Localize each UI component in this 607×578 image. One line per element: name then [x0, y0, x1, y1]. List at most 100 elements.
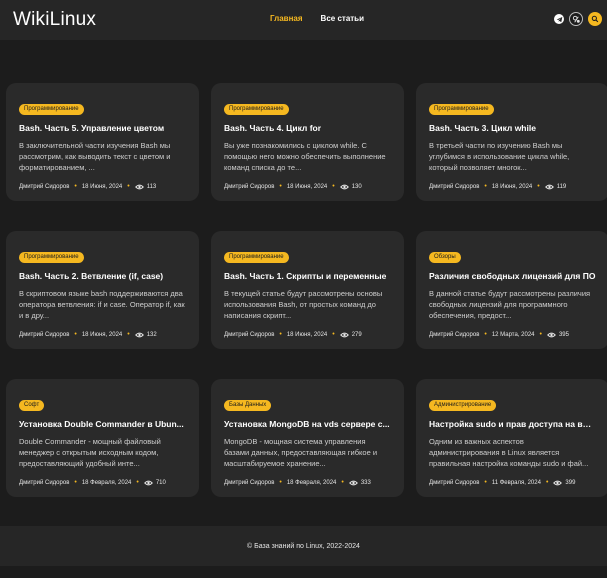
article-views: 399 — [565, 479, 576, 486]
article-date: 11 Февраля, 2024 — [491, 479, 541, 486]
article-author: Дмитрий Сидоров — [224, 331, 275, 338]
eye-icon — [134, 184, 144, 190]
separator-dot: • — [332, 183, 335, 190]
article-views: 130 — [351, 183, 362, 190]
article-title[interactable]: Установка MongoDB на vds сервере с... — [224, 419, 391, 429]
category-badge[interactable]: Программирование — [429, 104, 494, 115]
article-author: Дмитрий Сидоров — [224, 479, 275, 486]
article-meta: Дмитрий Сидоров • 12 Марта, 2024 • 395 — [429, 331, 596, 338]
article-title[interactable]: Bash. Часть 5. Управление цветом — [19, 123, 186, 133]
article-title[interactable]: Различия свободных лицензий для ПО — [429, 271, 596, 281]
eye-icon — [348, 480, 358, 486]
category-badge[interactable]: Базы Данных — [224, 400, 272, 411]
eye-icon — [553, 480, 563, 486]
article-date: 18 Июня, 2024 — [491, 183, 533, 190]
article-views: 710 — [155, 479, 166, 486]
article-date: 18 Июня, 2024 — [286, 183, 328, 190]
separator-dot: • — [484, 479, 487, 486]
theme-toggle-icon[interactable] — [569, 12, 583, 26]
separator-dot: • — [332, 331, 335, 338]
category-badge[interactable]: Программирование — [224, 104, 289, 115]
article-title[interactable]: Bash. Часть 4. Цикл for — [224, 123, 391, 133]
category-badge[interactable]: Программирование — [224, 252, 289, 263]
article-excerpt: В данной статье будут рассмотрены различ… — [429, 289, 591, 320]
article-meta: Дмитрий Сидоров • 18 Июня, 2024 • 113 — [19, 183, 186, 190]
separator-dot: • — [484, 331, 487, 338]
article-excerpt: В третьей части по изучению Bash мы углу… — [429, 141, 570, 172]
article-card[interactable]: Программирование Bash. Часть 4. Цикл for… — [211, 83, 404, 201]
separator-dot: • — [539, 331, 542, 338]
separator-dot: • — [279, 183, 282, 190]
separator-dot: • — [74, 331, 77, 338]
article-card[interactable]: Программирование Bash. Часть 2. Ветвлени… — [6, 231, 199, 349]
article-excerpt: Одним из важных аспектов администрирован… — [429, 437, 589, 468]
eye-icon — [339, 332, 349, 338]
article-card[interactable]: Софт Установка Double Commander в Ubun..… — [6, 379, 199, 497]
article-excerpt: В заключительной части изучения Bash мы … — [19, 141, 171, 172]
separator-dot: • — [341, 479, 344, 486]
article-card[interactable]: Программирование Bash. Часть 1. Скрипты … — [211, 231, 404, 349]
site-logo[interactable]: WikiLinux — [13, 9, 96, 31]
eye-icon — [339, 184, 349, 190]
article-card[interactable]: Программирование Bash. Часть 5. Управлен… — [6, 83, 199, 201]
article-excerpt: Вы уже познакомились с циклом while. С п… — [224, 141, 386, 172]
article-author: Дмитрий Сидоров — [429, 183, 480, 190]
nav-all-articles[interactable]: Все статьи — [321, 14, 364, 23]
site-footer: © База знаний по Linux, 2022-2024 — [0, 526, 607, 566]
separator-dot: • — [279, 479, 282, 486]
article-card[interactable]: Базы Данных Установка MongoDB на vds сер… — [211, 379, 404, 497]
article-views: 279 — [351, 331, 362, 338]
article-meta: Дмитрий Сидоров • 18 Июня, 2024 • 130 — [224, 183, 391, 190]
article-title[interactable]: Bash. Часть 1. Скрипты и переменные — [224, 271, 391, 281]
article-excerpt: В скриптовом языке bash поддерживаются д… — [19, 289, 185, 320]
article-meta: Дмитрий Сидоров • 11 Февраля, 2024 • 399 — [429, 479, 596, 486]
article-views: 119 — [556, 183, 567, 190]
article-author: Дмитрий Сидоров — [224, 183, 275, 190]
article-card[interactable]: Обзоры Различия свободных лицензий для П… — [416, 231, 607, 349]
nav-home[interactable]: Главная — [270, 14, 303, 23]
category-badge[interactable]: Софт — [19, 400, 45, 411]
copyright-text: © База знаний по Linux, 2022-2024 — [247, 542, 360, 550]
separator-dot: • — [279, 331, 282, 338]
separator-dot: • — [484, 183, 487, 190]
search-icon[interactable] — [588, 12, 602, 26]
article-views: 132 — [146, 331, 157, 338]
article-views: 333 — [360, 479, 371, 486]
article-date: 18 Февраля, 2024 — [81, 479, 132, 486]
article-author: Дмитрий Сидоров — [429, 479, 480, 486]
article-card[interactable]: Администрирование Настройка sudo и прав … — [416, 379, 607, 497]
separator-dot: • — [136, 479, 139, 486]
article-author: Дмитрий Сидоров — [19, 331, 70, 338]
category-badge[interactable]: Обзоры — [429, 252, 461, 263]
article-title[interactable]: Bash. Часть 3. Цикл while — [429, 123, 596, 133]
article-title[interactable]: Установка Double Commander в Ubun... — [19, 419, 186, 429]
article-date: 18 Июня, 2024 — [81, 331, 123, 338]
header-icons — [554, 12, 602, 26]
category-badge[interactable]: Программирование — [19, 252, 84, 263]
main-nav: Главная Все статьи — [270, 14, 364, 23]
article-excerpt: MongoDB - мощная система управления база… — [224, 437, 378, 468]
category-badge[interactable]: Администрирование — [429, 400, 497, 411]
category-badge[interactable]: Программирование — [19, 104, 84, 115]
separator-dot: • — [74, 183, 77, 190]
article-author: Дмитрий Сидоров — [429, 331, 480, 338]
article-date: 12 Марта, 2024 — [491, 331, 535, 338]
article-views: 395 — [558, 331, 569, 338]
article-date: 18 Февраля, 2024 — [286, 479, 337, 486]
article-views: 113 — [146, 183, 157, 190]
separator-dot: • — [127, 331, 130, 338]
eye-icon — [134, 332, 144, 338]
separator-dot: • — [545, 479, 549, 486]
article-date: 18 Июня, 2024 — [286, 331, 328, 338]
article-card[interactable]: Программирование Bash. Часть 3. Цикл whi… — [416, 83, 607, 201]
article-author: Дмитрий Сидоров — [19, 479, 70, 486]
article-meta: Дмитрий Сидоров • 18 Июня, 2024 • 279 — [224, 331, 391, 338]
article-title[interactable]: Bash. Часть 2. Ветвление (if, case) — [19, 271, 186, 281]
article-excerpt: Double Commander - мощный файловый менед… — [19, 437, 161, 468]
separator-dot: • — [74, 479, 77, 486]
article-date: 18 Июня, 2024 — [81, 183, 123, 190]
eye-icon — [143, 480, 153, 486]
article-title[interactable]: Настройка sudo и прав доступа на вы... — [429, 419, 596, 429]
eye-icon — [547, 332, 556, 338]
telegram-icon[interactable] — [554, 14, 564, 24]
